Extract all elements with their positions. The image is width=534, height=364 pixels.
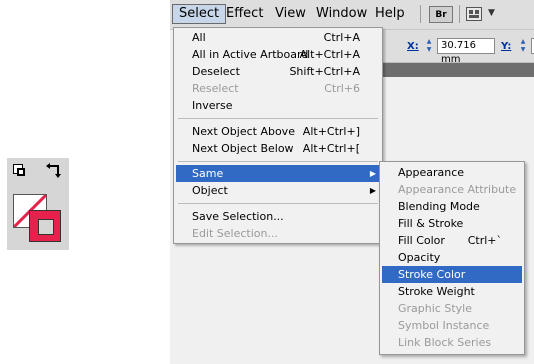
menu-select[interactable]: Select — [172, 4, 227, 24]
menu-item-deselect[interactable]: Deselect Shift+Ctrl+A — [176, 63, 380, 80]
menu-separator — [178, 161, 378, 162]
submenu-arrow-icon: ▶ — [369, 186, 376, 195]
stroke-swatch[interactable] — [29, 210, 61, 242]
control-bar: X: ▲ ▼ 30.716 mm Y: ▲ ▼ — [383, 30, 534, 65]
menu-item-same[interactable]: Same ▶ — [176, 165, 380, 182]
fill-stroke-widget — [7, 158, 69, 250]
submenu-item-appearance-attribute: Appearance Attribute — [398, 183, 517, 196]
submenu-item-fill-and-stroke[interactable]: Fill & Stroke — [382, 215, 522, 232]
menu-item-object[interactable]: Object ▶ — [176, 182, 380, 199]
x-label: X: — [407, 41, 419, 52]
submenu-item-opacity[interactable]: Opacity — [382, 249, 522, 266]
menu-separator — [178, 203, 378, 204]
swap-fill-stroke-icon[interactable] — [45, 162, 65, 182]
y-stepper[interactable]: ▲ ▼ — [517, 38, 529, 54]
menu-separator — [178, 118, 378, 119]
submenu-item-stroke-weight[interactable]: Stroke Weight — [382, 283, 522, 300]
menu-item-next-object-below[interactable]: Next Object Below Alt+Ctrl+[ — [176, 140, 380, 157]
tools-panel — [0, 0, 170, 364]
submenu-item-appearance[interactable]: Appearance — [382, 164, 522, 181]
submenu-arrow-icon: ▶ — [369, 169, 376, 178]
menu-effect[interactable]: Effect — [220, 4, 269, 24]
document-tab-bar — [383, 63, 534, 77]
submenu-item-fill-color[interactable]: Fill Color Ctrl+` — [382, 232, 522, 249]
toolbar-divider — [459, 5, 460, 23]
select-menu: All Ctrl+A All in Active Artboard Alt+Ctrl… — [173, 27, 383, 244]
menu-item-edit-selection: Edit Selection... — [192, 227, 278, 240]
submenu-item-graphic-style: Graphic Style — [398, 302, 472, 315]
default-fill-stroke-icon[interactable] — [13, 164, 27, 178]
chevron-down-icon[interactable]: ▼ — [488, 8, 495, 18]
submenu-item-link-block-series: Link Block Series — [398, 336, 492, 349]
menu-help[interactable]: Help — [369, 4, 411, 24]
submenu-item-symbol-instance: Symbol Instance — [398, 319, 490, 332]
menu-item-reselect: Reselect Ctrl+6 — [192, 82, 360, 95]
menu-item-all-in-active-artboard[interactable]: All in Active Artboard Alt+Ctrl+A — [176, 46, 380, 63]
menu-window[interactable]: Window — [310, 4, 373, 24]
x-stepper[interactable]: ▲ ▼ — [423, 38, 435, 54]
y-label: Y: — [501, 41, 512, 52]
submenu-item-blending-mode[interactable]: Blending Mode — [382, 198, 522, 215]
toolbar-divider — [420, 5, 421, 23]
workspace-grid-icon[interactable] — [466, 7, 482, 21]
menu-view[interactable]: View — [269, 4, 312, 24]
menu-item-save-selection[interactable]: Save Selection... — [176, 208, 380, 225]
x-input[interactable]: 30.716 mm — [437, 38, 495, 65]
submenu-item-stroke-color[interactable]: Stroke Color — [382, 266, 522, 283]
menu-item-next-object-above[interactable]: Next Object Above Alt+Ctrl+] — [176, 123, 380, 140]
bridge-button[interactable]: Br — [429, 6, 453, 23]
menu-item-all[interactable]: All Ctrl+A — [176, 29, 380, 46]
menu-item-inverse[interactable]: Inverse — [176, 97, 380, 114]
same-submenu: Appearance Appearance Attribute Blending… — [379, 161, 525, 355]
